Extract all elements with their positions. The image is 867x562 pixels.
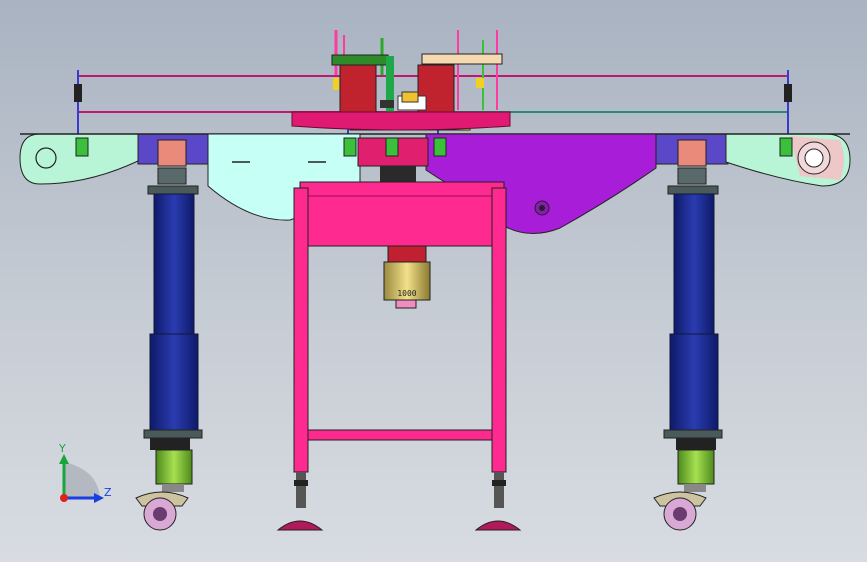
motor-flange (387, 245, 427, 263)
leveling-screw-left (296, 472, 306, 508)
x-axis-dot (60, 494, 68, 502)
frame-top-box (299, 181, 505, 247)
rail-clamp-left (74, 84, 82, 102)
column-upper-left (153, 193, 195, 335)
coupling (380, 166, 416, 182)
rail-clamp-right (784, 84, 792, 102)
cad-viewport[interactable]: 1000 Y Z (0, 0, 867, 562)
bracket-left (157, 139, 187, 167)
frame-leg-right (491, 187, 507, 473)
frame-crossbar (307, 429, 493, 441)
bottle-left (339, 64, 377, 114)
column-lower-right (669, 333, 719, 431)
guide-plate-left (331, 54, 389, 66)
turntable-disk (291, 111, 511, 131)
turntable (291, 111, 511, 131)
frame-leg-left (293, 187, 309, 473)
caster-motor-left (155, 449, 193, 485)
bracket-right (677, 139, 707, 167)
gear-motor: 1000 (383, 245, 431, 309)
guide-plate-right (421, 53, 503, 65)
y-axis-label: Y (58, 442, 66, 455)
caster-motor-right (677, 449, 715, 485)
z-axis-label: Z (104, 486, 112, 499)
left-support-column (135, 167, 203, 531)
support-frame (276, 137, 522, 531)
leveling-screw-right (494, 472, 504, 508)
column-lower-left (149, 333, 199, 431)
assembly-drawing: 1000 Y Z (19, 30, 851, 531)
motor-label: 1000 (397, 289, 416, 298)
column-upper-right (673, 193, 715, 335)
axis-triad[interactable]: Y Z (58, 442, 112, 503)
right-support-column (653, 167, 723, 531)
leveling-foot-left (276, 520, 324, 531)
leveling-foot-right (474, 520, 522, 531)
